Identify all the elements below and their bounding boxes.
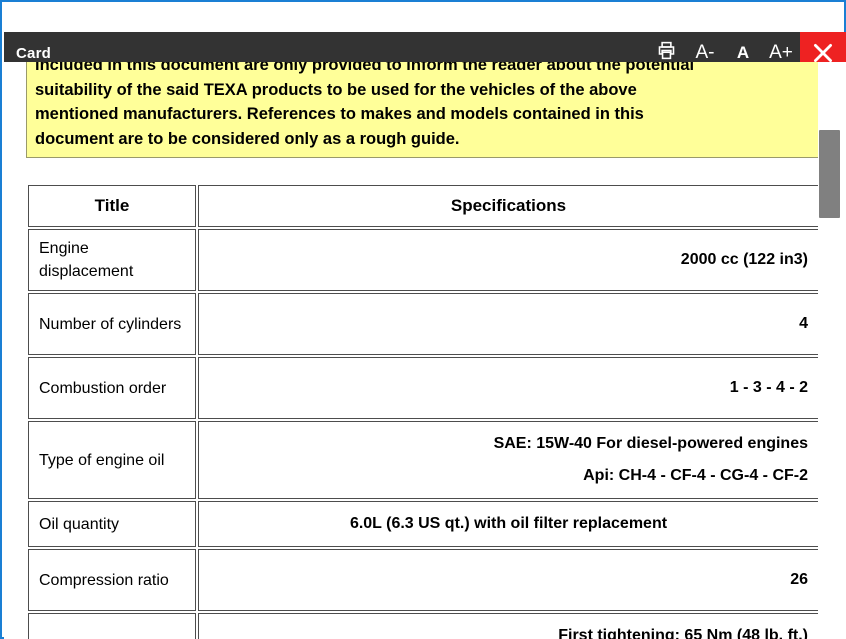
table-row: Combustion order 1 - 3 - 4 - 2 [28,357,819,419]
table-header-specifications: Specifications [198,185,819,227]
specifications-table-body: Engine displacement 2000 cc (122 in3) Numb… [28,229,819,639]
font-normal-label: A [736,43,750,62]
row-title: Cylinder head [28,613,196,639]
row-specification: 2000 cc (122 in3) [198,229,819,291]
row-specification-line: SAE: 15W-40 For diesel-powered engines [493,435,808,452]
row-specification-line: 4 [799,315,808,332]
table-row: Compression ratio 26 [28,549,819,611]
disclaimer-line-4: document are to be considered only as a … [35,129,460,148]
row-specification-line: 1 - 3 - 4 - 2 [729,379,808,396]
table-row: Type of engine oil SAE: 15W-40 For diesel… [28,421,819,499]
table-row: Engine displacement 2000 cc (122 in3) [28,229,819,291]
row-specification: SAE: 15W-40 For diesel-powered engines Ap… [198,421,819,499]
window-title: Card [16,44,51,62]
specifications-table: Title Specifications Engine displacement… [26,183,821,639]
row-specification-line: 2000 cc (122 in3) [680,251,808,268]
row-specification-line: 6.0L (6.3 US qt.) with oil filter replac… [349,515,668,532]
table-row: Cylinder headFirst tightening: 65 Nm (48… [28,613,819,639]
table-header-title: Title [28,185,196,227]
row-specification: 6.0L (6.3 US qt.) with oil filter replac… [198,501,819,547]
font-increase-label: A+ [769,42,793,63]
row-specification: First tightening: 65 Nm (48 lb. ft.)Seco… [198,613,819,639]
row-title: Engine displacement [28,229,196,291]
disclaimer-line-2: suitability of the said TEXA products to… [35,78,810,103]
table-header-row: Title Specifications [28,185,819,227]
row-title: Type of engine oil [28,421,196,499]
brand-name: TEXA [203,80,248,99]
row-title: Number of cylinders [28,293,196,355]
row-title: Oil quantity [28,501,196,547]
table-row: Number of cylinders 4 [28,293,819,355]
font-decrease-label: A- [695,42,715,63]
disclaimer-line-1: included in this document are only provi… [35,62,695,74]
row-specification: 1 - 3 - 4 - 2 [198,357,819,419]
row-specification: 4 [198,293,819,355]
card-window: Card A- A A+ included in this document a… [0,0,846,639]
row-specification: 26 [198,549,819,611]
table-row: Oil quantity 6.0L (6.3 US qt.) with oil f… [28,501,819,547]
disclaimer-line-3: mentioned manufacturers. References to m… [35,105,644,123]
vertical-scrollbar-thumb[interactable] [819,130,840,218]
row-specification-line: Api: CH-4 - CF-4 - CG-4 - CF-2 [583,467,808,484]
document-viewport[interactable]: included in this document are only provi… [4,62,846,639]
row-specification-line: First tightening: 65 Nm (48 lb. ft.) [558,627,808,639]
disclaimer-line-2-pre: suitability of the said [35,80,204,99]
row-title: Compression ratio [28,549,196,611]
document-content: included in this document are only provi… [4,62,822,639]
disclaimer-line-2-post: products to be used for the vehicles of … [247,80,637,99]
row-title: Combustion order [28,357,196,419]
vertical-scrollbar-track[interactable] [818,62,842,639]
disclaimer-notice: included in this document are only provi… [26,62,819,158]
row-specification-line: 26 [790,571,808,588]
